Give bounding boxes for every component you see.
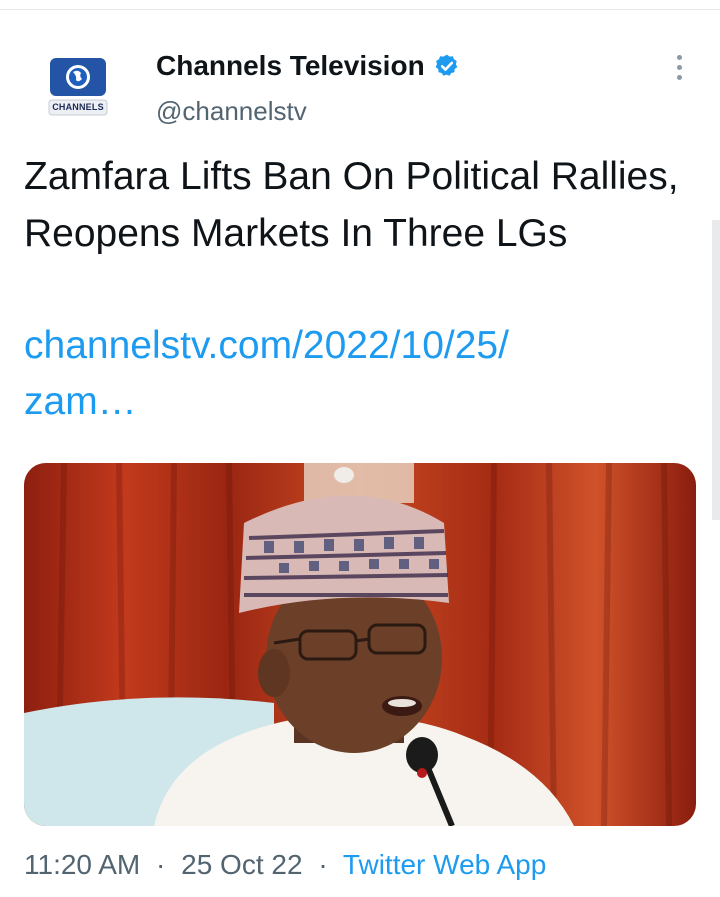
verified-badge-icon	[435, 54, 457, 76]
separator-dot: ·	[156, 849, 166, 880]
avatar-label: CHANNELS	[52, 102, 104, 112]
top-divider	[0, 0, 720, 10]
author-display-name[interactable]: Channels Television	[156, 50, 425, 82]
tweet-link-line1[interactable]: channelstv.com/2022/10/25/	[24, 318, 664, 374]
scrollbar[interactable]	[712, 220, 720, 520]
tweet-media-image[interactable]	[24, 463, 696, 826]
tweet-link-line2[interactable]: zam…	[24, 374, 664, 430]
tweet-date[interactable]: 25 Oct 22	[181, 849, 302, 880]
author-name-row[interactable]: Channels Television	[156, 50, 460, 82]
tweet-source-link[interactable]: Twitter Web App	[343, 849, 546, 880]
more-options-icon[interactable]	[664, 52, 694, 82]
separator-dot: ·	[318, 849, 328, 880]
tweet-metadata: 11:20 AM · 25 Oct 22 · Twitter Web App	[24, 849, 546, 881]
tweet-link[interactable]: channelstv.com/2022/10/25/ zam…	[24, 318, 664, 430]
avatar[interactable]: CHANNELS	[47, 58, 109, 120]
photo-illustration	[24, 463, 696, 826]
author-handle[interactable]: @channelstv	[156, 96, 307, 127]
tweet-time[interactable]: 11:20 AM	[24, 849, 140, 880]
tweet-text: Zamfara Lifts Ban On Political Rallies, …	[24, 155, 679, 255]
